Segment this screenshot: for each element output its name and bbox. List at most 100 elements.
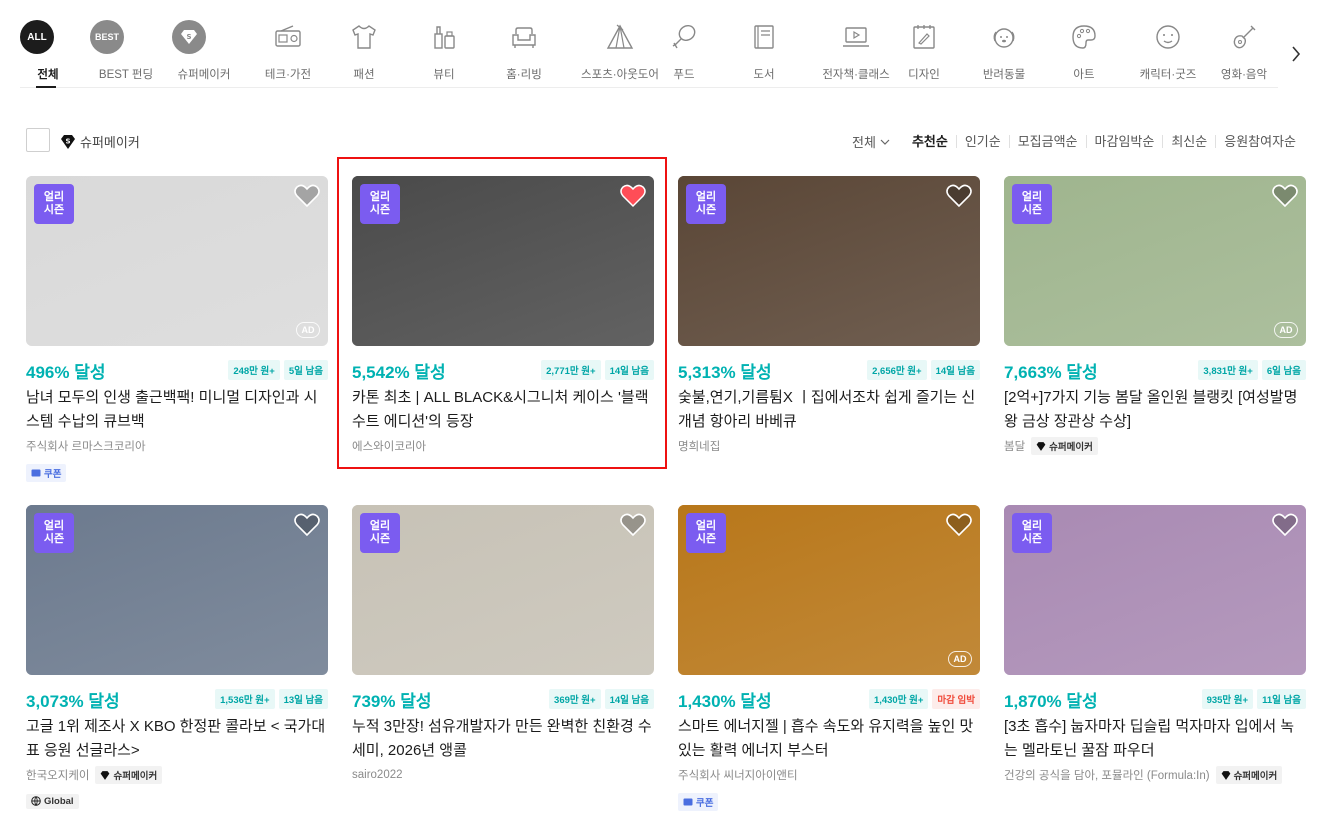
days-left-chip: 마감 임박 [932, 689, 980, 709]
days-left-chip: 14일 남음 [604, 689, 654, 709]
best-icon: BEST [90, 20, 124, 54]
project-thumbnail[interactable]: 얼리 시즌 [352, 176, 654, 346]
project-card[interactable]: 얼리 시즌 AD 7,663% 달성 3,831만 원+ 6일 남음 [2억+]7가지 기능… [1004, 176, 1306, 455]
maker-name[interactable]: 주식회사 씨너지아이앤티 [678, 767, 798, 783]
coupon-tag: 쿠폰 [26, 464, 67, 482]
project-thumbnail[interactable]: 얼리 시즌 [352, 505, 654, 675]
heart-icon[interactable] [1272, 184, 1298, 208]
category-sofa[interactable]: 홈·리빙 [492, 20, 556, 82]
guitar-icon [1227, 20, 1261, 54]
project-title[interactable]: [2억+]7가지 기능 봄달 올인원 블랭킷 [여성발명왕 금상 장관상 수상] [1004, 386, 1306, 434]
sort-options: 전체 추천순 인기순 모집금액순 마감임박순 최신순 응원참여자순 [852, 132, 1304, 151]
heart-icon[interactable] [946, 513, 972, 537]
category-drumstick[interactable]: 푸드 [652, 20, 716, 82]
coupon-icon [31, 469, 41, 477]
sort-option[interactable]: 추천순 [904, 135, 956, 148]
achievement-rate: 496% 달성 [26, 363, 106, 382]
days-left-chip: 13일 남음 [278, 689, 328, 709]
book-icon [747, 20, 781, 54]
project-thumbnail[interactable]: 얼리 시즌 AD [678, 505, 980, 675]
category-tshirt[interactable]: 패션 [332, 20, 396, 82]
maker-name[interactable]: 봄달 [1004, 438, 1025, 454]
amount-chip: 2,656만 원+ [867, 360, 927, 380]
sort-option[interactable]: 최신순 [1162, 135, 1215, 148]
amount-chip: 369만 원+ [549, 689, 601, 709]
category-label: 전자책·클래스 [822, 69, 890, 81]
sort-option[interactable]: 마감임박순 [1085, 135, 1163, 148]
project-card[interactable]: 얼리 시즌 5,313% 달성 2,656만 원+ 14일 남음숯불,연기,기름튐X ㅣ… [678, 176, 980, 454]
category-next-button[interactable] [1288, 42, 1304, 66]
category-super-maker[interactable]: S 슈퍼메이커 [172, 20, 236, 82]
days-left-chip: 14일 남음 [604, 360, 654, 380]
supermaker-filter-label[interactable]: S 슈퍼메이커 [60, 132, 140, 151]
project-card[interactable]: 얼리 시즌 739% 달성 369만 원+ 14일 남음 누적 3만장! 섬유개발자가 만… [352, 505, 654, 783]
global-tag: Global [26, 793, 79, 809]
amount-chip: 1,430만 원+ [868, 689, 929, 709]
super-maker-icon: S [172, 20, 206, 54]
heart-filled-icon[interactable] [620, 184, 646, 208]
project-thumbnail[interactable]: 얼리 시즌 [678, 176, 980, 346]
early-season-badge: 얼리 시즌 [360, 184, 400, 224]
heart-icon[interactable] [946, 184, 972, 208]
chevron-right-icon [1292, 46, 1301, 62]
project-card[interactable]: 얼리 시즌 AD 496% 달성 248만 원+ 5일 남음 남녀 모두의 인생 출근백팩!… [26, 176, 328, 482]
category-radio[interactable]: 테크·가전 [252, 20, 324, 82]
project-meta: 5,542% 달성 2,771만 원+ 14일 남음 [352, 358, 654, 382]
maker-name[interactable]: sairo2022 [352, 769, 403, 781]
project-card[interactable]: 얼리 시즌 1,870% 달성 935만 원+ 11일 남음 [3초 흡수] 눕자마자 딥… [1004, 505, 1306, 784]
svg-text:S: S [65, 137, 70, 145]
category-cosmetics[interactable]: 뷰티 [412, 20, 476, 82]
design-icon [907, 20, 941, 54]
project-thumbnail[interactable]: 얼리 시즌 AD [26, 176, 328, 346]
category-all[interactable]: ALL 전체 [20, 20, 76, 82]
all-filter-dropdown[interactable]: 전체 [852, 132, 890, 151]
amount-chip: 248만 원+ [228, 360, 280, 380]
project-title[interactable]: 고글 1위 제조사 X KBO 한정판 콜라보 < 국가대표 응원 선글라스> [26, 715, 328, 763]
amount-chip: 935만 원+ [1201, 689, 1254, 709]
category-laptop-play[interactable]: 전자책·클래스 [812, 20, 900, 82]
project-thumbnail[interactable]: 얼리 시즌 [26, 505, 328, 675]
category-label: 전체 [37, 69, 59, 81]
project-title[interactable]: 숯불,연기,기름튐X ㅣ집에서조차 쉽게 즐기는 신개념 항아리 바베큐 [678, 386, 980, 434]
supermaker-checkbox[interactable] [26, 128, 50, 152]
project-thumbnail[interactable]: 얼리 시즌 AD [1004, 176, 1306, 346]
category-best[interactable]: BEST BEST 펀딩 [90, 20, 162, 82]
project-title[interactable]: 누적 3만장! 섬유개발자가 만든 완벽한 친환경 수세미, 2026년 앵콜 [352, 715, 654, 763]
project-thumbnail[interactable]: 얼리 시즌 [1004, 505, 1306, 675]
category-guitar[interactable]: 영화·음악 [1212, 20, 1276, 82]
extra-tags: 쿠폰 [26, 464, 328, 482]
project-meta: 1,870% 달성 935만 원+ 11일 남음 [1004, 687, 1306, 711]
category-palette[interactable]: 아트 [1052, 20, 1116, 82]
heart-icon[interactable] [294, 513, 320, 537]
heart-icon[interactable] [1272, 513, 1298, 537]
sort-option[interactable]: 응원참여자순 [1215, 135, 1304, 148]
maker-name[interactable]: 한국오지케이 [26, 767, 89, 783]
category-label: BEST 펀딩 [98, 69, 154, 81]
project-card[interactable]: 얼리 시즌 3,073% 달성 1,536만 원+ 13일 남음 고글 1위 제조사 X … [26, 505, 328, 809]
project-title[interactable]: [3초 흡수] 눕자마자 딥슬립 먹자마자 입에서 녹는 멜라토닌 꿀잠 파우더 [1004, 715, 1306, 763]
project-title[interactable]: 스마트 에너지젤 | 흡수 속도와 유지력을 높인 맛있는 활력 에너지 부스터 [678, 715, 980, 763]
project-title[interactable]: 카톤 최초 | ALL BLACK&시그니처 케이스 '블랙 수트 에디션'의 … [352, 386, 654, 434]
category-design[interactable]: 디자인 [892, 20, 956, 82]
maker-name[interactable]: 주식회사 르마스크코리아 [26, 438, 146, 454]
category-book[interactable]: 도서 [732, 20, 796, 82]
project-title[interactable]: 남녀 모두의 인생 출근백팩! 미니멀 디자인과 시스템 수납의 큐브백 [26, 386, 328, 434]
sort-option[interactable]: 인기순 [955, 135, 1009, 148]
project-meta: 5,313% 달성 2,656만 원+ 14일 남음 [678, 358, 980, 382]
category-label: 영화·음악 [1220, 69, 1268, 81]
heart-icon[interactable] [294, 184, 320, 208]
early-season-badge: 얼리 시즌 [686, 513, 726, 553]
globe-icon [31, 796, 41, 806]
maker-name[interactable]: 에스와이코리아 [352, 438, 426, 454]
category-smile[interactable]: 캐릭터·굿즈 [1132, 20, 1204, 82]
category-label: 아트 [1073, 69, 1095, 81]
maker-name[interactable]: 명희네집 [678, 438, 720, 454]
category-dog[interactable]: 반려동물 [972, 20, 1036, 82]
active-category-underline [36, 86, 56, 88]
heart-icon[interactable] [620, 513, 646, 537]
sort-option[interactable]: 모집금액순 [1008, 135, 1086, 148]
project-card[interactable]: 얼리 시즌 5,542% 달성 2,771만 원+ 14일 남음카톤 최초 | ALL … [352, 176, 654, 454]
maker-name[interactable]: 건강의 공식을 담아, 포뮬라인 (Formula:In) [1004, 767, 1210, 783]
project-card[interactable]: 얼리 시즌 AD 1,430% 달성 1,430만 원+ 마감 임박스마트 에너지젤 | … [678, 505, 980, 811]
project-meta: 1,430% 달성 1,430만 원+ 마감 임박 [678, 687, 980, 711]
